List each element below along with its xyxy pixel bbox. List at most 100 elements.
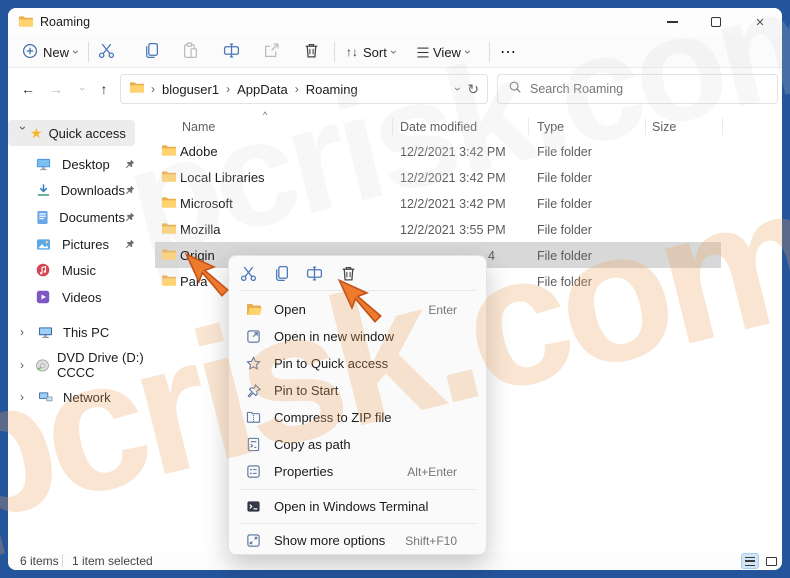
paste-icon (182, 42, 199, 62)
delete-button[interactable] (303, 36, 320, 68)
breadcrumb-item-user[interactable]: bloguser1 (162, 82, 219, 97)
context-menu-mini-toolbar (229, 256, 486, 289)
address-dropdown-chevron[interactable]: › (451, 87, 465, 91)
maximize-button[interactable] (694, 8, 738, 36)
chevron-right-icon: › (151, 82, 155, 96)
up-button[interactable]: ↑ (92, 78, 116, 100)
context-menu: Open Enter Open in new window Pin to Qui… (228, 255, 487, 555)
column-divider[interactable] (645, 118, 646, 135)
file-row-adobe[interactable]: Adobe 12/2/2021 3:42 PM File folder (155, 138, 721, 164)
cut-button[interactable] (98, 36, 115, 68)
copy-as-path-icon (245, 437, 262, 452)
folder-icon (161, 248, 176, 266)
file-row-local-libraries[interactable]: Local Libraries 12/2/2021 3:42 PM File f… (155, 164, 721, 190)
column-header-name[interactable]: Name (182, 115, 215, 139)
menu-item-properties[interactable]: Properties Alt+Enter (234, 458, 481, 485)
sidebar-item-this-pc[interactable]: › This PC (8, 319, 153, 345)
chevron-right-icon: › (294, 82, 299, 96)
menu-item-open-in-new-window[interactable]: Open in new window (234, 323, 481, 350)
menu-item-pin-to-quick-access[interactable]: Pin to Quick access (234, 350, 481, 377)
view-button[interactable]: View › (417, 36, 475, 68)
breadcrumb-item-appdata[interactable]: AppData (237, 82, 288, 97)
breadcrumb[interactable]: › bloguser1 › AppData › Roaming › ↻ (120, 74, 488, 104)
pin-icon (125, 212, 135, 222)
menu-item-compress-to-zip[interactable]: Compress to ZIP file (234, 404, 481, 431)
status-divider (62, 554, 63, 567)
large-icons-view-icon (765, 556, 777, 566)
share-icon (263, 42, 280, 62)
sidebar-item-videos[interactable]: Videos (8, 284, 153, 310)
address-row: ← → › ↑ › bloguser1 › AppData › Roaming … (8, 68, 782, 110)
sidebar-item-downloads[interactable]: Downloads (8, 177, 153, 203)
forward-button[interactable]: → (44, 78, 68, 100)
open-new-window-icon (245, 329, 262, 344)
menu-divider (239, 290, 476, 291)
chevron-down-icon: › (69, 50, 84, 54)
this-pc-icon (38, 325, 56, 339)
refresh-icon[interactable]: ↻ (467, 81, 479, 98)
minimize-button[interactable] (650, 8, 694, 36)
menu-item-open[interactable]: Open Enter (234, 296, 481, 323)
menu-divider (239, 523, 476, 524)
chevron-right-icon: › (20, 325, 24, 339)
title-bar: Roaming × (8, 8, 782, 36)
search-icon (508, 80, 522, 99)
sidebar-item-quick-access[interactable]: › ★ Quick access (8, 120, 135, 146)
delete-button[interactable] (336, 261, 360, 285)
copy-button[interactable] (143, 36, 160, 68)
trash-icon (303, 42, 320, 62)
rename-button[interactable] (223, 36, 240, 68)
menu-item-copy-as-path[interactable]: Copy as path (234, 431, 481, 458)
search-input[interactable] (530, 82, 767, 96)
sidebar-item-pictures[interactable]: Pictures (8, 231, 153, 257)
share-button[interactable] (263, 36, 280, 68)
menu-divider (239, 489, 476, 490)
column-header-size[interactable]: Size (652, 115, 676, 139)
sidebar-item-desktop[interactable]: Desktop (8, 151, 153, 177)
pictures-icon (36, 238, 54, 251)
column-header-date-modified[interactable]: Date modified (400, 115, 477, 139)
plus-circle-icon (22, 43, 38, 62)
details-view-toggle[interactable] (741, 553, 759, 569)
desktop-icon (36, 157, 54, 171)
dvd-drive-icon (35, 359, 50, 372)
pin-icon (125, 159, 135, 169)
copy-button[interactable] (269, 261, 293, 285)
cut-button[interactable] (236, 261, 260, 285)
folder-icon (161, 222, 176, 240)
menu-item-open-in-windows-terminal[interactable]: Open in Windows Terminal (234, 493, 481, 520)
toolbar-separator (334, 42, 335, 62)
large-icons-view-toggle[interactable] (762, 553, 780, 569)
sidebar-item-dvd-drive[interactable]: › DVD Drive (D:) CCCC (8, 350, 153, 380)
rename-button[interactable] (302, 261, 326, 285)
recent-locations-chevron[interactable]: › (70, 78, 94, 100)
properties-icon (245, 464, 262, 479)
menu-item-pin-to-start[interactable]: Pin to Start (234, 377, 481, 404)
folder-icon (161, 144, 176, 162)
paste-button[interactable] (182, 36, 199, 68)
file-row-microsoft[interactable]: Microsoft 12/2/2021 3:42 PM File folder (155, 190, 721, 216)
terminal-icon (245, 499, 262, 514)
folder-icon (161, 170, 176, 188)
file-row-mozilla[interactable]: Mozilla 12/2/2021 3:55 PM File folder (155, 216, 721, 242)
star-outline-icon (245, 356, 262, 371)
zip-folder-icon (245, 410, 262, 425)
new-button[interactable]: New › (22, 36, 83, 68)
chevron-right-icon: › (20, 358, 24, 372)
sidebar-item-music[interactable]: Music (8, 257, 153, 283)
back-button[interactable]: ← (16, 78, 40, 100)
breadcrumb-item-roaming[interactable]: Roaming (306, 82, 358, 97)
column-divider[interactable] (392, 118, 393, 135)
column-header-type[interactable]: Type (537, 115, 564, 139)
search-box[interactable] (497, 74, 778, 104)
menu-item-show-more-options[interactable]: Show more options Shift+F10 (234, 527, 481, 554)
chevron-down-icon: › (16, 126, 30, 130)
column-divider[interactable] (528, 118, 529, 135)
sort-button[interactable]: ↑↓ Sort › (346, 36, 401, 68)
close-button[interactable]: × (738, 8, 782, 36)
column-divider[interactable] (722, 118, 723, 135)
ellipsis-icon: ⋯ (500, 44, 517, 61)
more-options-button[interactable]: ⋯ (500, 36, 517, 68)
sidebar-item-network[interactable]: › Network (8, 384, 153, 410)
sidebar-item-documents[interactable]: Documents (8, 204, 153, 230)
